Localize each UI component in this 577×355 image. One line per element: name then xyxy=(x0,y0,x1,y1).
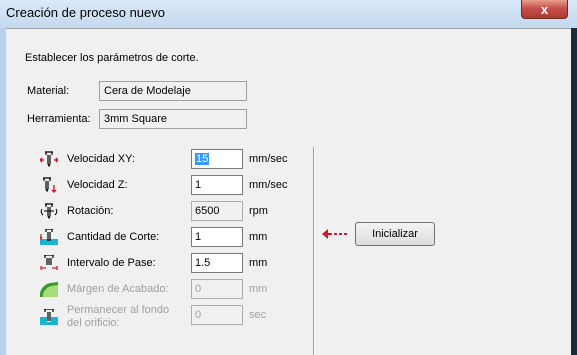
xy-speed-label: Velocidad XY: xyxy=(67,153,135,165)
finish-margin-unit: mm xyxy=(249,283,268,295)
background-window-edge xyxy=(571,28,577,355)
initialize-button[interactable]: Inicializar xyxy=(355,222,435,246)
hole-dwell-label-line2: del orificio: xyxy=(67,317,120,329)
z-speed-label: Velocidad Z: xyxy=(67,179,128,191)
close-icon: x xyxy=(540,1,549,17)
dialog-body: Establecer los parámetros de corte. Mate… xyxy=(6,28,571,355)
close-button[interactable]: x xyxy=(521,0,568,19)
hole-dwell-label-line1: Permanecer al fondo xyxy=(67,304,170,316)
material-value: Cera de Modelaje xyxy=(99,81,247,101)
rotation-value: 6500 xyxy=(191,201,243,221)
vertical-divider xyxy=(313,147,314,355)
step-over-label: Intervalo de Pase: xyxy=(67,257,156,269)
finish-margin-label: Márgen de Acabado: xyxy=(67,283,169,295)
rotation-unit: rpm xyxy=(249,205,268,217)
step-over-input[interactable]: 1.5 xyxy=(191,253,243,273)
rotation-label: Rotación: xyxy=(67,205,114,217)
instructions-text: Establecer los parámetros de corte. xyxy=(25,52,199,64)
z-speed-input[interactable]: 1 xyxy=(191,175,243,195)
spindle-rotation-icon xyxy=(40,203,58,219)
cut-depth-icon xyxy=(40,229,58,245)
cut-amount-unit: mm xyxy=(249,231,268,243)
step-over-unit: mm xyxy=(249,257,268,269)
finish-margin-input[interactable]: 0 xyxy=(191,279,243,299)
tool-label: Herramienta: xyxy=(27,113,91,125)
xy-speed-input[interactable]: 15 xyxy=(191,149,243,169)
xy-speed-icon xyxy=(40,151,58,167)
z-speed-icon xyxy=(43,177,57,193)
cut-amount-input[interactable]: 1 xyxy=(191,227,243,247)
arrow-left-icon xyxy=(322,229,347,239)
z-speed-unit: mm/sec xyxy=(249,179,288,191)
step-over-icon xyxy=(40,255,58,270)
dwell-icon xyxy=(40,309,58,325)
xy-speed-unit: mm/sec xyxy=(249,153,288,165)
cut-amount-label: Cantidad de Corte: xyxy=(67,231,160,243)
finish-margin-icon xyxy=(40,282,58,297)
hole-dwell-input[interactable]: 0 xyxy=(191,305,243,325)
window-title: Creación de proceso nuevo xyxy=(6,5,165,20)
title-bar[interactable]: Creación de proceso nuevo x xyxy=(0,0,577,28)
initialize-button-label: Inicializar xyxy=(372,228,418,240)
material-label: Material: xyxy=(27,85,70,97)
hole-dwell-unit: sec xyxy=(249,309,267,321)
tool-value: 3mm Square xyxy=(99,109,247,129)
